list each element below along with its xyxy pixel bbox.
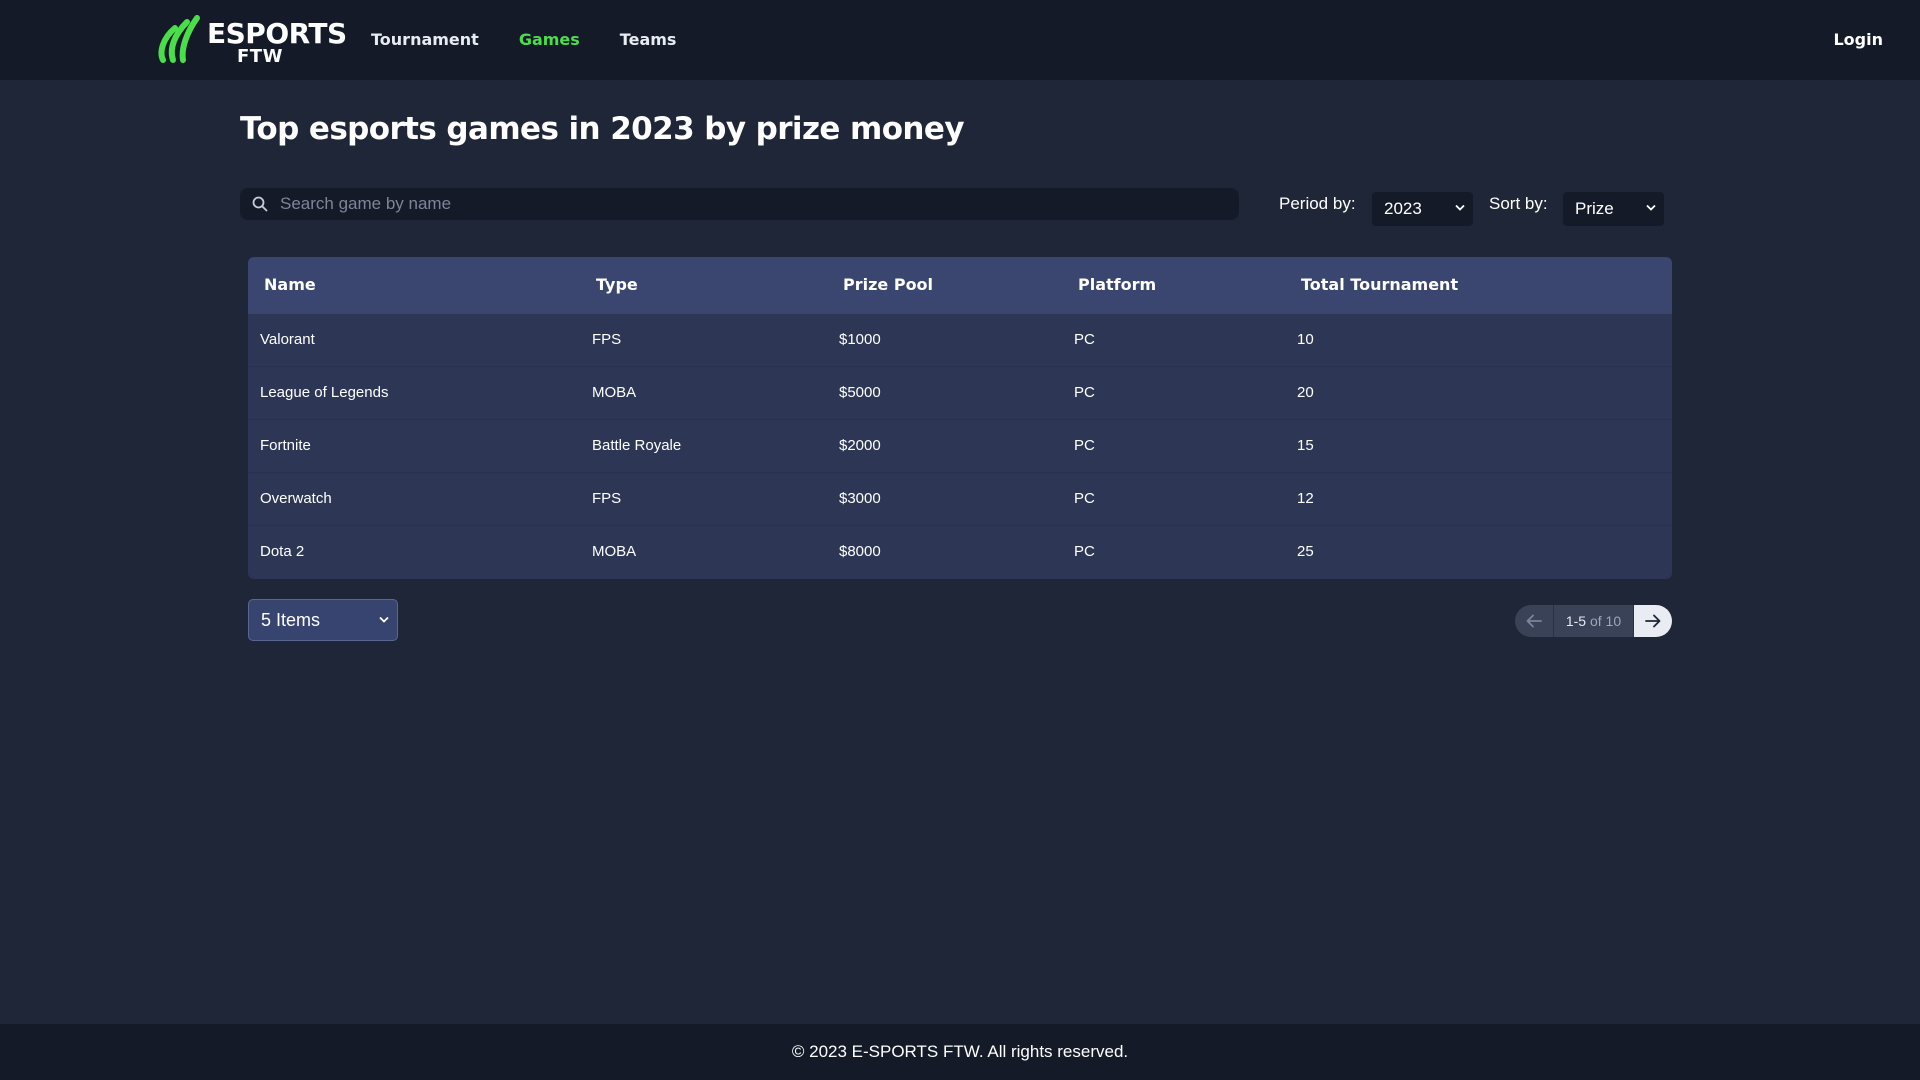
cell-type: MOBA: [592, 543, 637, 560]
cell-type: FPS: [592, 331, 622, 348]
table-header: Name Type Prize Pool Platform Total Tour…: [248, 257, 1672, 314]
table-row[interactable]: Overwatch FPS $3000 PC 12: [248, 473, 1672, 526]
arrow-right-icon: [1645, 614, 1661, 628]
sort-select[interactable]: Prize: [1563, 192, 1664, 226]
sort-select-value: Prize: [1575, 199, 1614, 218]
nav-games[interactable]: Games: [519, 28, 580, 52]
cell-platform: PC: [1074, 543, 1095, 560]
arrow-left-icon: [1526, 614, 1542, 628]
cell-platform: PC: [1074, 437, 1095, 454]
page-size-value: 5 Items: [261, 610, 321, 630]
page-size-select[interactable]: 5 Items: [248, 599, 398, 641]
cell-platform: PC: [1074, 331, 1095, 348]
search-input[interactable]: [280, 188, 1220, 220]
page-title: Top esports games in 2023 by prize money: [240, 111, 965, 147]
main-nav: Tournament Games Teams: [371, 28, 716, 52]
table-row[interactable]: Valorant FPS $1000 PC 10: [248, 314, 1672, 367]
cell-type: MOBA: [592, 384, 637, 401]
cell-name: Dota 2: [260, 543, 305, 560]
cell-type: FPS: [592, 490, 622, 507]
cell-name: Fortnite: [260, 437, 311, 454]
logo[interactable]: ESPORTS FTW: [157, 14, 347, 68]
period-select[interactable]: 2023: [1372, 192, 1473, 226]
footer: © 2023 E-SPORTS FTW. All rights reserved…: [0, 1024, 1920, 1080]
cell-total-tournament: 25: [1297, 543, 1314, 560]
table-row[interactable]: Fortnite Battle Royale $2000 PC 15: [248, 420, 1672, 473]
nav-tournament[interactable]: Tournament: [371, 28, 479, 52]
copyright-text: © 2023 E-SPORTS FTW. All rights reserved…: [791, 1042, 1129, 1061]
next-page-button[interactable]: [1634, 605, 1672, 637]
sort-label: Sort by:: [1489, 194, 1548, 213]
cell-prize-pool: $2000: [839, 437, 881, 454]
logo-subtext: FTW: [237, 46, 283, 67]
chevron-down-icon: [1455, 204, 1465, 211]
column-header-type[interactable]: Type: [596, 274, 638, 296]
nav-teams[interactable]: Teams: [620, 28, 677, 52]
page-range: 1-5: [1565, 613, 1587, 629]
table-row[interactable]: League of Legends MOBA $5000 PC 20: [248, 367, 1672, 420]
cell-name: Valorant: [260, 331, 315, 348]
logo-icon: [158, 15, 200, 63]
chevron-down-icon: [1646, 204, 1656, 211]
cell-total-tournament: 12: [1297, 490, 1314, 507]
cell-name: Overwatch: [260, 490, 332, 507]
cell-platform: PC: [1074, 490, 1095, 507]
cell-prize-pool: $8000: [839, 543, 881, 560]
period-select-value: 2023: [1384, 199, 1422, 218]
prev-page-button[interactable]: [1515, 605, 1553, 637]
cell-type: Battle Royale: [592, 437, 682, 454]
column-header-platform[interactable]: Platform: [1078, 274, 1156, 296]
cell-platform: PC: [1074, 384, 1095, 401]
column-header-prize-pool[interactable]: Prize Pool: [843, 274, 933, 296]
cell-prize-pool: $1000: [839, 331, 881, 348]
table-row[interactable]: Dota 2 MOBA $8000 PC 25: [248, 526, 1672, 579]
pagination: 1-5 of 10: [1515, 605, 1672, 637]
page-total: of 10: [1589, 613, 1622, 629]
cell-prize-pool: $3000: [839, 490, 881, 507]
cell-total-tournament: 15: [1297, 437, 1314, 454]
column-header-total-tournament[interactable]: Total Tournament: [1301, 274, 1458, 296]
top-navbar: ESPORTS FTW Tournament Games Teams Login: [0, 0, 1920, 80]
games-table: Name Type Prize Pool Platform Total Tour…: [248, 257, 1672, 579]
cell-prize-pool: $5000: [839, 384, 881, 401]
cell-total-tournament: 10: [1297, 331, 1314, 348]
search-icon: [252, 196, 268, 217]
login-button[interactable]: Login: [1833, 28, 1883, 52]
cell-name: League of Legends: [260, 384, 389, 401]
cell-total-tournament: 20: [1297, 384, 1314, 401]
logo-text: ESPORTS: [207, 17, 347, 50]
search-bar: [240, 188, 1239, 220]
chevron-down-icon: [379, 616, 389, 623]
column-header-name[interactable]: Name: [264, 274, 316, 296]
page-info: 1-5 of 10: [1553, 605, 1634, 637]
period-label: Period by:: [1279, 194, 1356, 213]
